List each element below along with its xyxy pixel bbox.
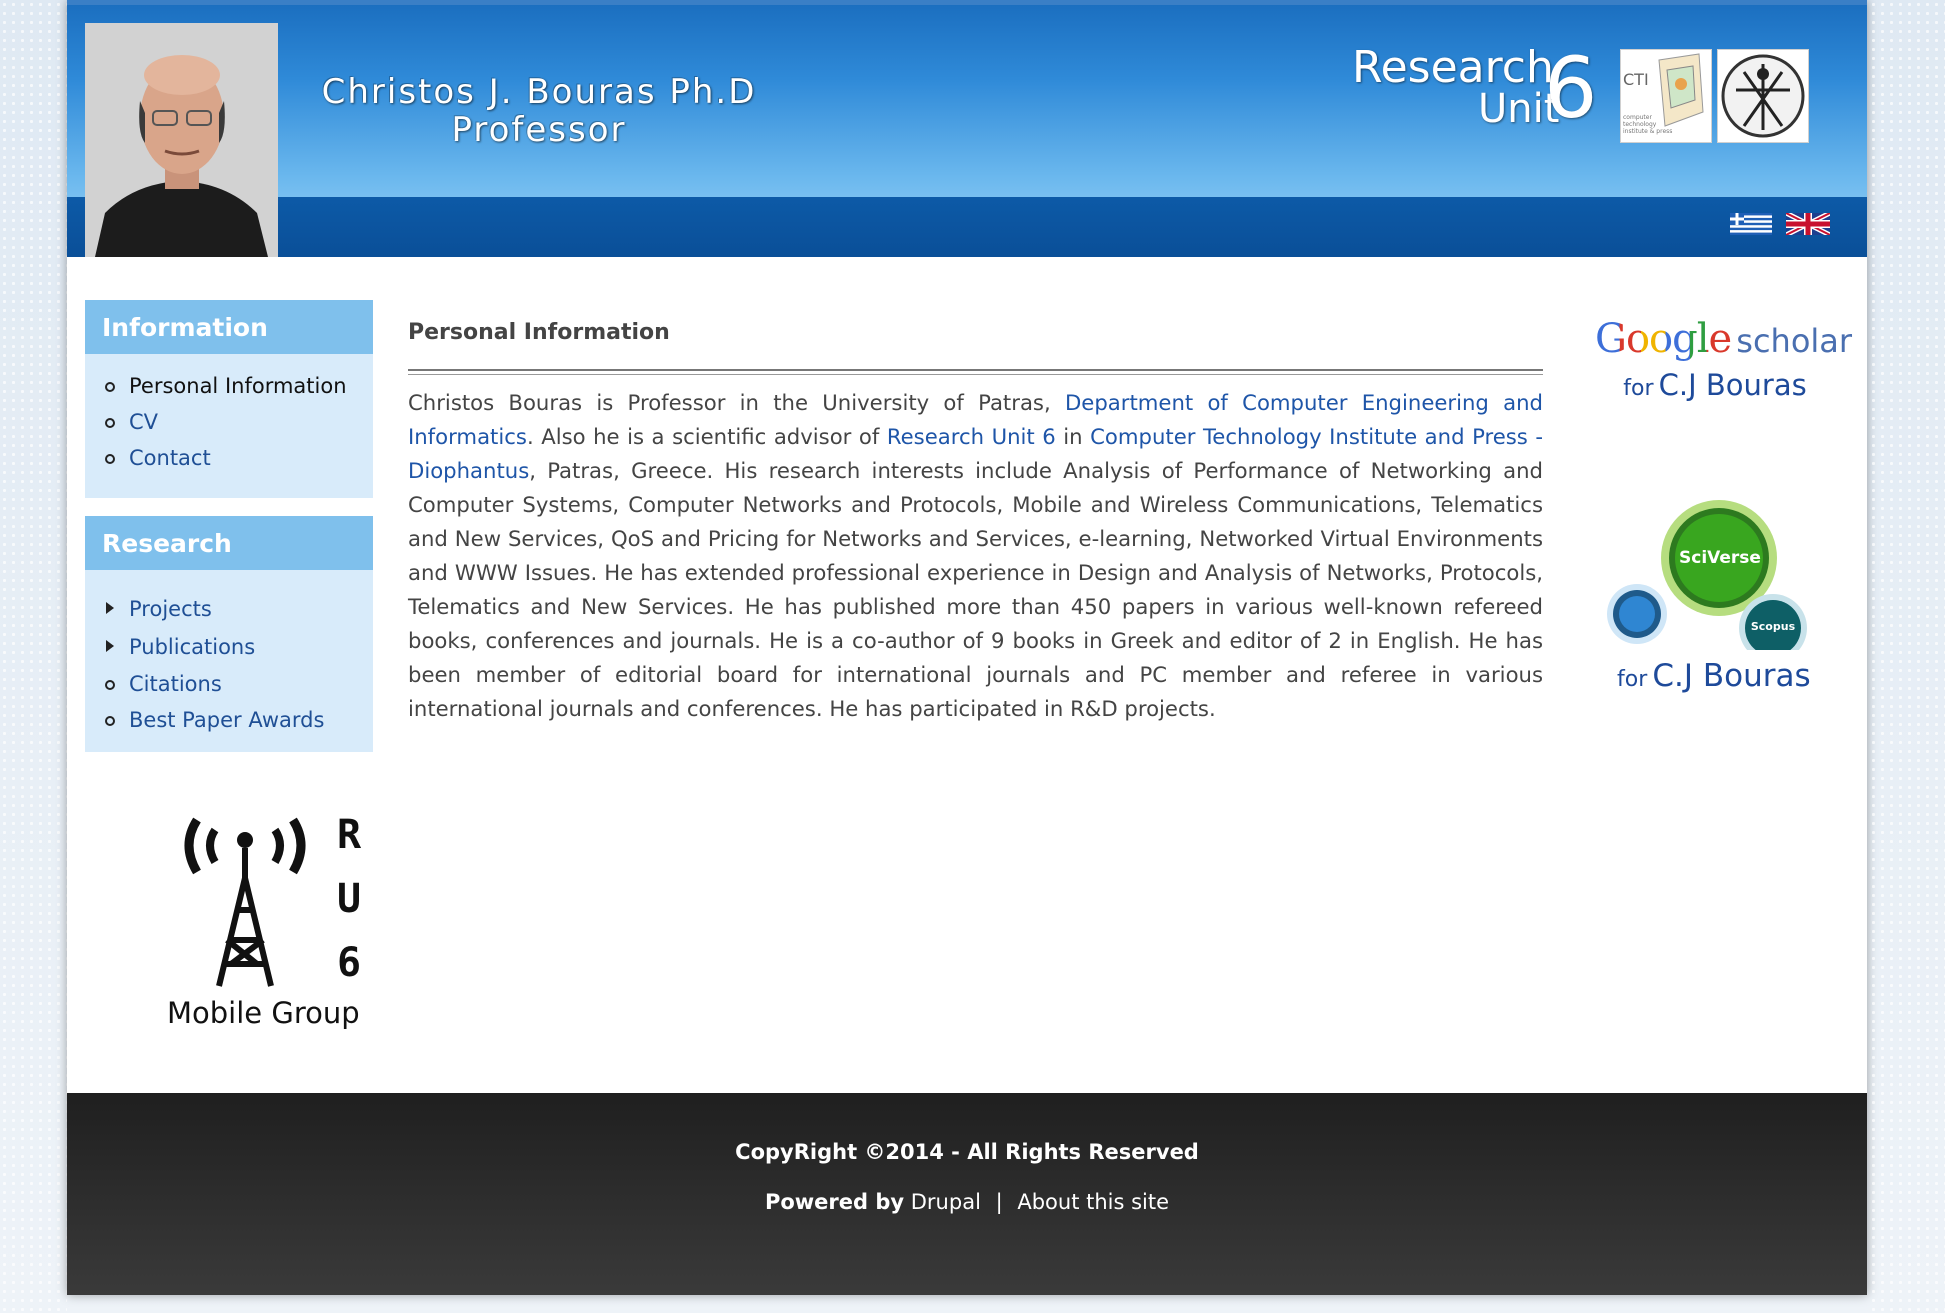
research-heading: Research <box>85 516 373 570</box>
scholar-person: C.J Bouras <box>1658 368 1807 402</box>
scholar-for: for <box>1623 376 1654 401</box>
bio-text: Christos Bouras is Professor in the Univ… <box>408 390 1065 415</box>
menu-item-citations[interactable]: Citations <box>85 666 373 702</box>
drupal-link[interactable]: Drupal <box>911 1190 981 1214</box>
title-divider <box>408 369 1543 375</box>
information-heading: Information <box>85 300 373 354</box>
ru6-mobile-group-logo[interactable]: R U 6 Mobile Group <box>167 800 407 1040</box>
bio-paragraph: Christos Bouras is Professor in the Univ… <box>408 386 1543 726</box>
mg-letter-6: 6 <box>337 940 362 986</box>
menu-item-best-paper-awards[interactable]: Best Paper Awards <box>85 702 373 738</box>
information-menu: Personal Information CV Contact <box>85 354 373 476</box>
menu-item-publications[interactable]: Publications <box>85 628 373 666</box>
research-block: Research Projects Publications Citations… <box>85 516 373 752</box>
menu-item-label: Personal Information <box>129 374 347 398</box>
circle-bullet-icon <box>105 716 115 726</box>
header-band <box>67 197 1867 257</box>
menu-item-label: Contact <box>129 446 211 470</box>
cti-abbr: CTI <box>1623 70 1649 89</box>
footer-links: Powered by Drupal | About this site <box>67 1190 1867 1214</box>
menu-item-label: CV <box>129 410 159 434</box>
cti-logo[interactable]: CTI computer technology institute & pres… <box>1620 49 1712 143</box>
ru6-logo-research: Research <box>1352 42 1554 93</box>
professor-photo <box>85 23 278 257</box>
sciverse-for-line: for C.J Bouras <box>1617 658 1811 694</box>
ru6-logo-number: 6 <box>1544 39 1598 137</box>
google-scholar-link[interactable]: Google scholar for C.J Bouras <box>1595 316 1852 408</box>
link-research-unit-6[interactable]: Research Unit 6 <box>887 424 1056 449</box>
mg-letter-u: U <box>337 876 362 922</box>
sciverse-scopus-link[interactable]: SciVerse Scopus for C.J Bouras <box>1607 500 1837 700</box>
circle-bullet-icon <box>105 680 115 690</box>
scholar-wordmark: scholar <box>1736 322 1853 360</box>
sciverse-for: for <box>1617 667 1648 692</box>
professor-name: Christos J. Bouras Ph.D <box>321 72 757 112</box>
copyright-text: CopyRight ©2014 - All Rights Reserved <box>735 1140 1199 1164</box>
menu-item-projects[interactable]: Projects <box>85 590 373 628</box>
page-title: Personal Information <box>408 320 670 345</box>
menu-item-cv[interactable]: CV <box>85 404 373 440</box>
sciverse-label: SciVerse <box>1679 548 1761 568</box>
bio-text: . Also he is a scientific advisor of <box>526 424 887 449</box>
site-header: Christos J. Bouras Ph.D Professor Resear… <box>67 0 1867 257</box>
mobile-group-label: Mobile Group <box>167 996 360 1030</box>
menu-item-label: Citations <box>129 672 222 696</box>
menu-item-label: Best Paper Awards <box>129 708 325 732</box>
footer-separator: | <box>995 1190 1003 1214</box>
scopus-label: Scopus <box>1750 620 1796 633</box>
expand-arrow-icon <box>106 640 114 652</box>
menu-item-label: Publications <box>129 635 256 659</box>
google-wordmark: Google <box>1595 316 1732 362</box>
about-site-link[interactable]: About this site <box>1017 1190 1169 1214</box>
powered-by-text: Powered by <box>764 1190 905 1214</box>
sciverse-person: C.J Bouras <box>1652 658 1811 694</box>
circle-bullet-icon <box>105 382 115 392</box>
research-unit-6-logo[interactable]: Research Unit 6 <box>1352 39 1602 137</box>
diophantus-seal-logo[interactable] <box>1717 49 1809 143</box>
bio-text: , Patras, Greece. His research interests… <box>408 458 1543 721</box>
professor-rank: Professor <box>451 110 627 150</box>
mg-letter-r: R <box>337 812 362 858</box>
bio-text: in <box>1055 424 1091 449</box>
cti-subtitle: computer technology institute & press <box>1623 114 1673 135</box>
professor-name-title: Christos J. Bouras Ph.D Professor <box>319 73 759 149</box>
circle-bullet-icon <box>105 418 115 428</box>
information-block: Information Personal Information CV Cont… <box>85 300 373 498</box>
uk-flag-icon[interactable] <box>1784 210 1832 238</box>
circle-bullet-icon <box>105 454 115 464</box>
menu-item-contact[interactable]: Contact <box>85 440 373 476</box>
page-container: Christos J. Bouras Ph.D Professor Resear… <box>67 0 1867 1295</box>
site-footer: CopyRight ©2014 - All Rights Reserved Po… <box>67 1093 1867 1295</box>
menu-item-personal-information[interactable]: Personal Information <box>85 368 373 404</box>
menu-item-label: Projects <box>129 597 212 621</box>
research-menu: Projects Publications Citations Best Pap… <box>85 570 373 738</box>
expand-arrow-icon <box>106 602 114 614</box>
greek-flag-icon[interactable] <box>1730 213 1772 235</box>
